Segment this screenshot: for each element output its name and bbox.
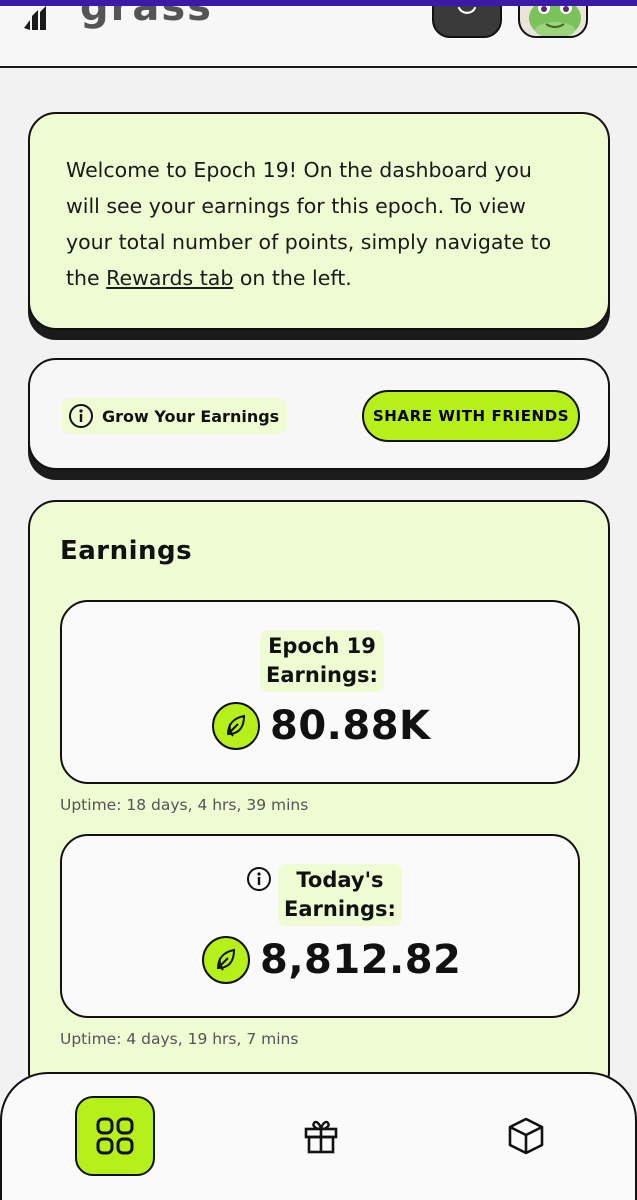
- welcome-message: Welcome to Epoch 19! On the dashboard yo…: [66, 152, 572, 296]
- welcome-card: Welcome to Epoch 19! On the dashboard yo…: [28, 112, 610, 330]
- epoch-label-line1: Epoch 19: [268, 634, 376, 658]
- info-icon[interactable]: [246, 866, 272, 892]
- earnings-title: Earnings: [60, 536, 193, 566]
- welcome-text-end: on the left.: [233, 266, 352, 290]
- rewards-tab-link[interactable]: Rewards tab: [106, 266, 233, 290]
- nav-dashboard-button[interactable]: [75, 1096, 155, 1176]
- epoch-value-row: 80.88K: [212, 702, 431, 750]
- user-avatar[interactable]: [518, 6, 588, 38]
- dashboard-grid-icon: [96, 1117, 134, 1155]
- grass-coin-icon: [212, 702, 260, 750]
- brand-wordmark: grass: [80, 6, 213, 30]
- today-uptime: Uptime: 4 days, 19 hrs, 7 mins: [60, 1030, 299, 1048]
- theme-toggle-button[interactable]: [432, 6, 502, 38]
- epoch-uptime: Uptime: 18 days, 4 hrs, 39 mins: [60, 796, 309, 814]
- epoch-earnings-card: Epoch 19 Earnings: 80.88K: [60, 600, 580, 784]
- earnings-card: Earnings Epoch 19 Earnings: 80.88K Uptim…: [28, 500, 610, 1100]
- moon-icon: [457, 6, 477, 14]
- epoch-earnings-value: 80.88K: [270, 703, 431, 749]
- today-label-line2: Earnings:: [284, 897, 396, 921]
- today-label-line1: Today's: [296, 868, 384, 892]
- grow-earnings-card: Grow Your Earnings SHARE WITH FRIENDS: [28, 358, 610, 470]
- info-icon: [69, 404, 93, 428]
- epoch-earnings-label: Epoch 19 Earnings:: [260, 630, 384, 692]
- grow-earnings-label: Grow Your Earnings: [102, 406, 280, 426]
- grass-logo-icon[interactable]: [22, 6, 62, 32]
- today-earnings-card: Today's Earnings: 8,812.82: [60, 834, 580, 1018]
- grow-earnings-pill[interactable]: Grow Your Earnings: [62, 398, 288, 434]
- nav-rewards-button[interactable]: [281, 1096, 361, 1176]
- bottom-navigation: [0, 1072, 637, 1200]
- avatar-image: [529, 6, 581, 36]
- app-header: grass: [0, 6, 637, 68]
- today-earnings-label: Today's Earnings:: [278, 864, 402, 926]
- leaf-icon: [226, 714, 246, 737]
- leaf-icon: [216, 948, 236, 971]
- today-earnings-value: 8,812.82: [260, 937, 462, 983]
- epoch-label-line2: Earnings:: [266, 663, 378, 687]
- grass-coin-icon: [202, 936, 250, 984]
- gift-icon: [304, 1120, 338, 1154]
- today-value-row: 8,812.82: [202, 936, 461, 984]
- nav-products-button[interactable]: [486, 1096, 566, 1176]
- cube-icon: [508, 1117, 544, 1155]
- share-with-friends-button[interactable]: SHARE WITH FRIENDS: [362, 390, 580, 442]
